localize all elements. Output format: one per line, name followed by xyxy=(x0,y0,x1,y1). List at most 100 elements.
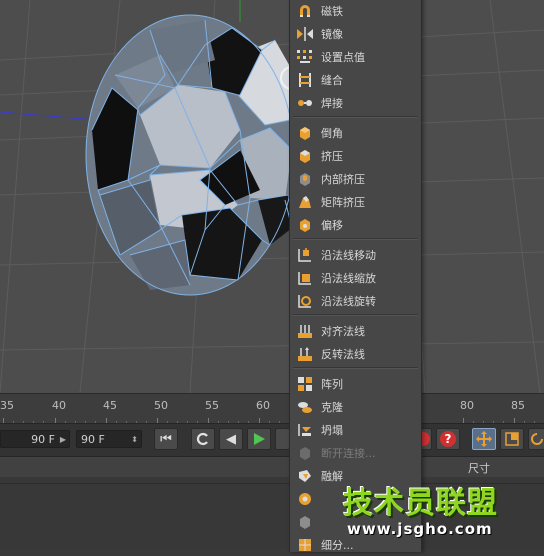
move-tool-button[interactable] xyxy=(472,428,496,450)
tick-label: 60 xyxy=(256,399,270,412)
clone-icon xyxy=(295,398,315,416)
menu-item-label: 沿法线缩放 xyxy=(321,272,376,285)
viewport-3d[interactable] xyxy=(0,0,544,393)
size-column-header: 尺寸 xyxy=(468,462,490,475)
tick-label: 50 xyxy=(154,399,168,412)
step-back-button[interactable]: ◀ xyxy=(219,428,243,450)
magnet-icon xyxy=(295,2,315,20)
menu-item-melt[interactable]: 融解 xyxy=(290,465,421,487)
menu-item-label: 对齐法线 xyxy=(321,325,365,338)
menu-item-stitch[interactable]: 缝合 xyxy=(290,69,421,91)
menu-item-extrude-inner[interactable]: 内部挤压 xyxy=(290,168,421,190)
menu-item-subdivide[interactable]: 细分... xyxy=(290,534,421,556)
menu-item-label: 挤压 xyxy=(321,150,343,163)
split-icon xyxy=(295,513,315,531)
menu-item-collapse[interactable]: 坍塌 xyxy=(290,419,421,441)
polygon-sphere[interactable] xyxy=(85,14,304,296)
array-icon xyxy=(295,375,315,393)
rotate-icon xyxy=(530,433,543,445)
menu-item-clone[interactable]: 克隆 xyxy=(290,396,421,418)
menu-item-optimize[interactable] xyxy=(290,488,421,510)
menu-item-label: 偏移 xyxy=(321,219,343,232)
divider xyxy=(0,483,544,484)
step-forward-button[interactable] xyxy=(275,428,289,450)
tick-label: 85 xyxy=(511,399,525,412)
menu-item-normal-move[interactable]: 沿法线移动 xyxy=(290,244,421,266)
scale-tool-button[interactable] xyxy=(500,428,524,450)
tick-label: 80 xyxy=(460,399,474,412)
menu-item-extrude[interactable]: 挤压 xyxy=(290,145,421,167)
menu-item-normal-rotate[interactable]: 沿法线旋转 xyxy=(290,290,421,312)
loop-button[interactable] xyxy=(191,428,215,450)
matrix-extrude-icon xyxy=(295,193,315,211)
go-to-start-icon: ⏮ xyxy=(160,431,172,447)
disconnect-icon xyxy=(295,444,315,462)
loop-icon xyxy=(196,432,208,446)
optimize-icon xyxy=(295,490,315,508)
menu-item-label: 设置点值 xyxy=(321,51,365,64)
attributes-panel: 尺寸 xyxy=(0,456,544,549)
menu-item-mirror[interactable]: 镜像 xyxy=(290,23,421,45)
timeline-ruler[interactable]: 35 40 45 50 55 60 80 85 xyxy=(0,393,544,424)
help-button[interactable]: ? xyxy=(436,428,460,450)
menu-item-label: 坍塌 xyxy=(321,424,343,437)
stepper-icon[interactable]: ⬍ xyxy=(131,431,138,449)
menu-item-label: 细分... xyxy=(321,539,354,552)
menu-item-disconnect[interactable]: 断开连接... xyxy=(290,442,421,464)
help-icon: ? xyxy=(440,431,456,447)
menu-item-set-point-value[interactable]: 设置点值 xyxy=(290,46,421,68)
menu-separator xyxy=(293,116,418,118)
menu-item-label: 沿法线旋转 xyxy=(321,295,376,308)
end-frame-field[interactable]: 90 F ⬍ xyxy=(76,430,142,448)
menu-item-magnet[interactable]: 磁铁 xyxy=(290,0,421,22)
menu-item-label: 阵列 xyxy=(321,378,343,391)
menu-item-matrix-extrude[interactable]: 矩阵挤压 xyxy=(290,191,421,213)
menu-item-label: 克隆 xyxy=(321,401,343,414)
tick-label: 55 xyxy=(205,399,219,412)
stitch-icon xyxy=(295,71,315,89)
stepper-arrow-icon[interactable]: ▶ xyxy=(60,431,66,449)
menu-item-label: 倒角 xyxy=(321,127,343,140)
menu-item-bevel[interactable]: 倒角 xyxy=(290,122,421,144)
align-normals-icon xyxy=(295,322,315,340)
extrude-inner-icon xyxy=(295,170,315,188)
weld-icon xyxy=(295,94,315,112)
start-frame-field[interactable]: 90 F ▶ xyxy=(0,430,70,448)
menu-item-split[interactable] xyxy=(290,511,421,533)
viewport-canvas[interactable] xyxy=(0,0,544,393)
menu-item-normal-scale[interactable]: 沿法线缩放 xyxy=(290,267,421,289)
menu-item-offset[interactable]: 偏移 xyxy=(290,214,421,236)
bevel-icon xyxy=(295,124,315,142)
normal-scale-icon xyxy=(295,269,315,287)
transport-bar: 90 F ▶ 90 F ⬍ ⏮ ◀ ? xyxy=(0,423,544,456)
end-frame-value: 90 F xyxy=(81,433,105,446)
menu-item-label: 焊接 xyxy=(321,97,343,110)
offset-icon xyxy=(295,216,315,234)
menu-item-weld[interactable]: 焊接 xyxy=(290,92,421,114)
go-to-start-button[interactable]: ⏮ xyxy=(154,428,178,450)
tick-label: 45 xyxy=(103,399,117,412)
menu-item-label: 反转法线 xyxy=(321,348,365,361)
menu-item-label: 断开连接... xyxy=(321,447,376,460)
extrude-icon xyxy=(295,147,315,165)
menu-item-reverse-normals[interactable]: 反转法线 xyxy=(290,343,421,365)
menu-item-label: 内部挤压 xyxy=(321,173,365,186)
menu-item-label: 沿法线移动 xyxy=(321,249,376,262)
menu-item-array[interactable]: 阵列 xyxy=(290,373,421,395)
start-frame-value: 90 F xyxy=(31,433,55,446)
rotate-tool-button[interactable] xyxy=(528,428,544,450)
move-icon xyxy=(476,431,492,447)
menu-item-align-normals[interactable]: 对齐法线 xyxy=(290,320,421,342)
melt-icon xyxy=(295,467,315,485)
attributes-header: 尺寸 xyxy=(0,457,544,477)
play-button[interactable] xyxy=(247,428,271,450)
subdivide-icon xyxy=(295,536,315,554)
mirror-icon xyxy=(295,25,315,43)
context-menu: 磁铁 镜像 设置点值 缝合 焊接 倒角 挤压 内部挤压 矩阵挤压 偏移 沿法线移… xyxy=(289,0,422,552)
reverse-normals-icon xyxy=(295,345,315,363)
menu-separator xyxy=(293,238,418,240)
menu-item-label: 融解 xyxy=(321,470,343,483)
play-icon xyxy=(254,433,265,445)
scale-icon xyxy=(505,432,519,446)
menu-item-label: 缝合 xyxy=(321,74,343,87)
